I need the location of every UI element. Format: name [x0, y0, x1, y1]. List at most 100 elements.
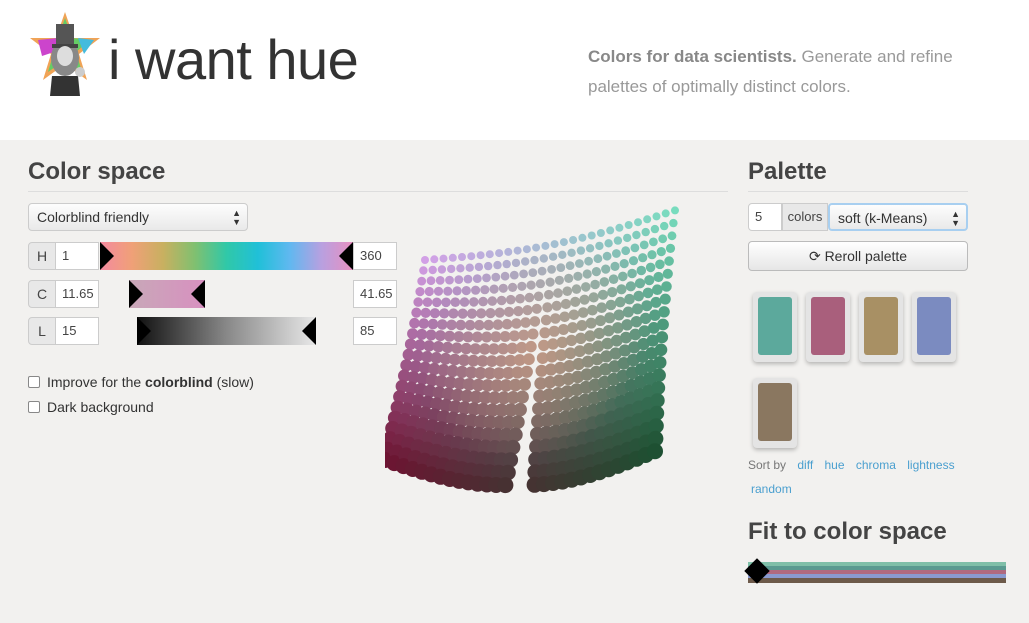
- color-sample-dot: [619, 259, 629, 269]
- color-sample-dot: [496, 295, 507, 306]
- color-sample-dot: [659, 293, 671, 305]
- color-sample-dot: [430, 255, 439, 264]
- color-sample-dot: [508, 282, 518, 292]
- color-sample-dot: [463, 274, 473, 284]
- hue-range-slider[interactable]: [100, 242, 353, 270]
- sort-lightness-link[interactable]: lightness: [907, 458, 954, 472]
- improve-prefix: Improve for the: [47, 374, 146, 390]
- color-sample-dot: [657, 318, 669, 331]
- color-sample-dot: [564, 273, 574, 283]
- color-sample-dot: [469, 297, 479, 307]
- color-sample-dot: [518, 329, 530, 341]
- color-sample-dot: [497, 477, 514, 494]
- chroma-min-handle[interactable]: [129, 280, 143, 308]
- hue-min-input[interactable]: 1: [55, 242, 99, 270]
- lightness-min-handle[interactable]: [137, 317, 151, 345]
- color-sample-dot: [485, 308, 496, 319]
- improve-colorblind-checkbox[interactable]: [28, 376, 40, 388]
- color-sample-dot: [660, 221, 669, 231]
- color-sample-dot: [441, 297, 451, 308]
- hue-label: H: [28, 242, 56, 270]
- palette-swatch[interactable]: [753, 378, 797, 448]
- chroma-max-handle[interactable]: [191, 280, 205, 308]
- color-sample-dot: [585, 317, 597, 329]
- color-sample-dot: [472, 274, 482, 283]
- tagline: Colors for data scientists. Generate and…: [588, 42, 988, 102]
- color-sample-dot: [614, 296, 626, 308]
- color-sample-dot: [567, 248, 576, 257]
- color-sample-dot: [502, 259, 511, 269]
- color-sample-dot: [511, 258, 521, 268]
- uncle-sam-logo-icon: [30, 12, 100, 96]
- color-sample-dot: [456, 264, 465, 273]
- color-sample-dot: [658, 306, 670, 318]
- color-sample-dot: [665, 243, 676, 253]
- color-sample-dot: [455, 319, 467, 331]
- color-sample-dot: [604, 312, 616, 324]
- improve-colorblind-option[interactable]: Improve for the colorblind (slow): [28, 374, 254, 390]
- color-sample-dot: [457, 308, 468, 319]
- color-sample-dot: [615, 223, 624, 232]
- preset-select[interactable]: Colorblind friendly ▲ ▼: [28, 203, 248, 231]
- color-sample-dot: [446, 319, 457, 331]
- color-sample-dot: [558, 324, 569, 335]
- color-sample-dot: [624, 221, 633, 229]
- hue-max-handle[interactable]: [339, 242, 353, 270]
- fit-to-color-space-bar[interactable]: [748, 560, 1006, 585]
- color-sample-dot: [437, 319, 448, 330]
- sort-hue-link[interactable]: hue: [825, 458, 845, 472]
- color-sample-dot: [494, 307, 505, 318]
- color-sample-dot: [664, 256, 674, 266]
- color-sample-dot: [541, 241, 550, 250]
- palette-swatch[interactable]: [806, 292, 850, 362]
- lightness-range-slider[interactable]: [137, 317, 316, 345]
- color-sample-dot: [607, 287, 618, 298]
- color-sample-dot: [652, 284, 663, 295]
- hue-min-handle[interactable]: [100, 242, 114, 270]
- fit-stripe: [748, 578, 1006, 583]
- color-sample-dot: [510, 415, 525, 429]
- dark-background-checkbox[interactable]: [28, 401, 40, 413]
- palette-swatch[interactable]: [753, 292, 797, 362]
- color-sample-dot: [667, 231, 677, 241]
- color-sample-dot: [584, 256, 593, 266]
- clustering-mode-select[interactable]: soft (k-Means) ▲ ▼: [828, 203, 968, 231]
- color-sample-dot: [452, 286, 462, 296]
- lightness-max-handle[interactable]: [302, 317, 316, 345]
- palette-swatch[interactable]: [859, 292, 903, 362]
- lightness-min-input[interactable]: 15: [55, 317, 99, 345]
- color-sample-dot: [498, 283, 508, 293]
- color-sample-dot: [548, 252, 558, 261]
- palette-swatch[interactable]: [912, 292, 956, 362]
- color-sample-dot: [528, 268, 538, 277]
- color-count-input[interactable]: 5: [748, 203, 782, 231]
- palette-title: Palette: [748, 158, 827, 185]
- color-sample-dot: [504, 247, 513, 256]
- color-sample-dot: [433, 286, 444, 296]
- color-sample-dot: [662, 268, 673, 279]
- chroma-min-input[interactable]: 11.65: [55, 280, 99, 308]
- lightness-label: L: [28, 317, 56, 345]
- color-sample-dot: [581, 282, 591, 292]
- color-sample-dot: [415, 287, 425, 297]
- swatch-color: [811, 297, 845, 355]
- color-space-3d-view[interactable]: [385, 200, 695, 505]
- reroll-palette-button[interactable]: ⟳ Reroll palette: [748, 241, 968, 271]
- dark-background-option[interactable]: Dark background: [28, 399, 154, 415]
- color-sample-dot: [647, 250, 657, 260]
- sort-diff-link[interactable]: diff: [797, 458, 813, 472]
- improve-colorblind-label: Improve for the colorblind (slow): [47, 374, 254, 390]
- color-sample-dot: [483, 319, 494, 331]
- color-sample-dot: [454, 275, 464, 284]
- color-sample-dot: [671, 206, 679, 215]
- color-sample-dot: [559, 238, 568, 247]
- color-sample-dot: [439, 308, 450, 319]
- color-sample-dot: [550, 313, 561, 324]
- color-sample-dot: [505, 439, 521, 455]
- color-sample-dot: [409, 317, 420, 329]
- sort-random-link[interactable]: random: [751, 482, 792, 496]
- color-sample-dot: [634, 278, 646, 289]
- sort-chroma-link[interactable]: chroma: [856, 458, 896, 472]
- color-sample-dot: [551, 300, 562, 311]
- tagline-bold: Colors for data scientists.: [588, 47, 797, 66]
